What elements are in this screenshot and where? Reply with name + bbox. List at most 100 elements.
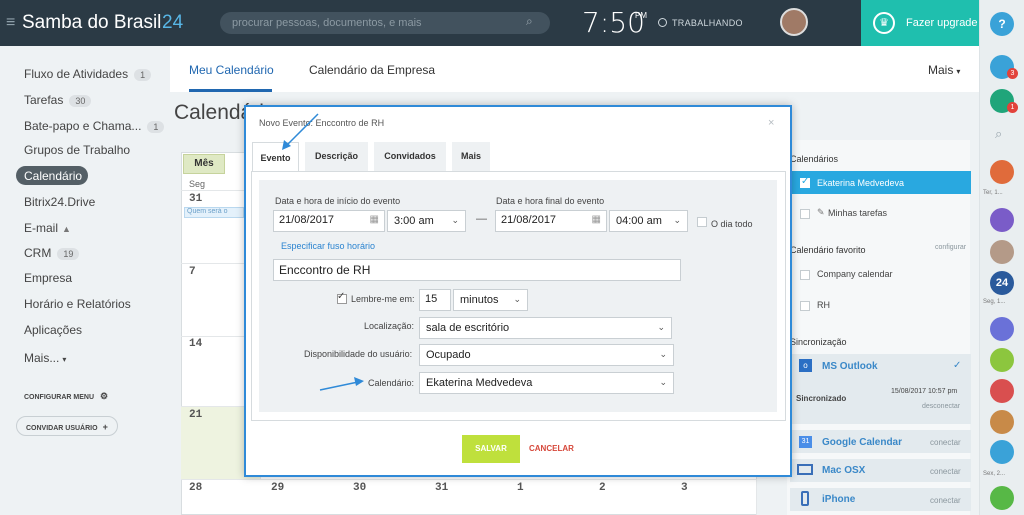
availability-select[interactable]: Ocupado ⌄	[419, 344, 674, 366]
close-icon[interactable]: ×	[768, 117, 774, 129]
more-menu[interactable]: Mais ▾	[928, 63, 960, 77]
count-badge: 1	[147, 121, 165, 133]
user-avatar-2[interactable]	[990, 410, 1014, 434]
search-input[interactable]: procurar pessoas, documentos, e mais	[220, 12, 550, 34]
configure-link[interactable]: configurar	[935, 244, 966, 251]
configure-menu-button[interactable]: CONFIGURAR MENU ⚙	[24, 391, 108, 402]
sidebar-item-feed[interactable]: Fluxo de Atividades 1	[24, 67, 152, 81]
iphone-label: iPhone	[822, 494, 856, 505]
calendar-icon[interactable]: ▦	[592, 214, 601, 225]
end-label: Data e hora final do evento	[496, 196, 605, 206]
hamburger-menu-icon[interactable]: ≡	[6, 14, 15, 32]
sidebar-item-drive[interactable]: Bitrix24.Drive	[24, 195, 95, 209]
team-icon[interactable]	[990, 379, 1014, 403]
end-time-select[interactable]: 04:00 am ⌄	[609, 210, 688, 232]
connect-link[interactable]: conectar	[930, 467, 961, 476]
day-number[interactable]: 2	[599, 482, 606, 494]
end-date-input[interactable]: 21/08/2017 ▦	[495, 210, 607, 232]
tasks-checkbox[interactable]	[800, 209, 810, 219]
day-number[interactable]: 31	[435, 482, 448, 494]
activity-badge: 1	[1007, 102, 1018, 113]
start-date-value: 21/08/2017	[279, 214, 335, 226]
contact-icon[interactable]	[990, 160, 1014, 184]
chevron-down-icon: ⌄	[657, 322, 665, 332]
day-number[interactable]: 29	[271, 482, 284, 494]
disconnect-link[interactable]: desconectar	[922, 403, 960, 410]
search-icon[interactable]: ⌕	[526, 14, 533, 29]
calendar-label: Calendário:	[368, 378, 415, 388]
remind-label: Lembre-me em:	[351, 294, 415, 304]
sidebar-item-apps[interactable]: Aplicações	[24, 323, 82, 337]
chevron-down-icon: ⌄	[513, 294, 521, 304]
calendar-select[interactable]: Ekaterina Medvedeva ⌄	[419, 372, 674, 394]
remind-unit-select[interactable]: minutos ⌄	[453, 289, 528, 311]
sidebar-item-reports[interactable]: Horário e Relatórios	[24, 297, 131, 311]
day-number: 21	[189, 409, 203, 421]
phone-icon[interactable]	[990, 486, 1014, 510]
sidebar-item-more[interactable]: Mais... ▾	[24, 351, 66, 365]
megaphone-icon[interactable]	[990, 317, 1014, 341]
brand-suffix[interactable]: 24	[162, 12, 183, 34]
event-name-input[interactable]: Enccontro de RH	[273, 259, 681, 281]
sidebar-item-crm[interactable]: CRM 19	[24, 246, 80, 260]
start-time-select[interactable]: 3:00 am ⌄	[387, 210, 466, 232]
lock-icon-2[interactable]	[990, 440, 1014, 464]
sidebar-item-label: Bitrix24.Drive	[24, 195, 96, 209]
all-day-checkbox[interactable]	[697, 217, 707, 227]
company-calendar-checkbox[interactable]	[800, 270, 810, 280]
sidebar-item-chat[interactable]: Bate-papo e Chama... 1	[24, 119, 165, 133]
tab-my-calendar[interactable]: Meu Calendário	[189, 63, 274, 77]
connect-link[interactable]: conectar	[930, 438, 961, 447]
sidebar-item-tasks[interactable]: Tarefas 30	[24, 93, 92, 107]
start-date-input[interactable]: 21/08/2017 ▦	[273, 210, 385, 232]
hr-calendar-label[interactable]: RH	[817, 300, 830, 310]
google-label: Google Calendar	[822, 437, 903, 448]
sidebar-item-label: Tarefas	[24, 93, 64, 107]
day-number[interactable]: 1	[517, 482, 524, 494]
day-number[interactable]: 30	[353, 482, 366, 494]
bitrix24-icon[interactable]: 24	[990, 271, 1014, 295]
tab-more[interactable]: Mais	[452, 142, 490, 171]
user-icon[interactable]	[990, 208, 1014, 232]
invite-user-button[interactable]: CONVIDAR USUÁRIO +	[16, 416, 118, 436]
hr-calendar-checkbox[interactable]	[800, 301, 810, 311]
save-button[interactable]: SALVAR	[462, 435, 520, 463]
avatar[interactable]	[780, 8, 808, 36]
check-icon: ✓	[337, 291, 346, 302]
month-view-button[interactable]: Mês	[183, 154, 225, 174]
location-select[interactable]: sala de escritório ⌄	[419, 317, 672, 339]
tab-guests[interactable]: Convidados	[374, 142, 446, 171]
cancel-button[interactable]: CANCELAR	[529, 444, 574, 453]
help-button[interactable]: ?	[990, 12, 1014, 36]
start-time-value: 3:00 am	[394, 215, 434, 227]
user-avatar[interactable]	[990, 240, 1014, 264]
calendar-icon[interactable]: ▦	[370, 214, 379, 225]
warning-icon: ▲	[62, 224, 71, 234]
calendar-tabs-bar	[170, 46, 979, 92]
sidebar-item-email[interactable]: E-mail ▲	[24, 221, 71, 235]
lock-icon[interactable]	[990, 348, 1014, 372]
search-icon[interactable]: ⌕	[995, 126, 1002, 142]
work-status[interactable]: TRABALHANDO	[672, 18, 743, 28]
outlook-label[interactable]: MS Outlook	[822, 361, 878, 372]
company-calendar-label[interactable]: Company calendar	[817, 269, 893, 279]
my-tasks-label[interactable]: Minhas tarefas	[828, 208, 887, 218]
sidebar-item-label: Empresa	[24, 271, 73, 285]
sidebar-item-calendar[interactable]: Calendário	[16, 166, 88, 185]
upgrade-label: Fazer upgrade	[906, 17, 978, 29]
check-icon: ✓	[801, 176, 810, 187]
gear-icon: ⚙	[100, 391, 109, 401]
annotation-arrow-calendar	[319, 377, 364, 391]
tab-company-calendar[interactable]: Calendário da Empresa	[309, 63, 435, 77]
remind-value-input[interactable]: 15	[419, 289, 451, 311]
timezone-link[interactable]: Especificar fuso horário	[281, 241, 375, 251]
sidebar-item-company[interactable]: Empresa	[24, 271, 72, 285]
chevron-down-icon: ▾	[956, 67, 961, 76]
day-number[interactable]: 28	[189, 482, 202, 494]
connect-link[interactable]: conectar	[930, 496, 961, 505]
location-label: Localização:	[364, 321, 415, 331]
sidebar-item-workgroups[interactable]: Grupos de Trabalho	[24, 143, 130, 157]
calendar-event[interactable]: Quem será o	[184, 207, 244, 218]
brand-name[interactable]: Samba do Brasil	[22, 12, 161, 34]
day-number[interactable]: 3	[681, 482, 688, 494]
